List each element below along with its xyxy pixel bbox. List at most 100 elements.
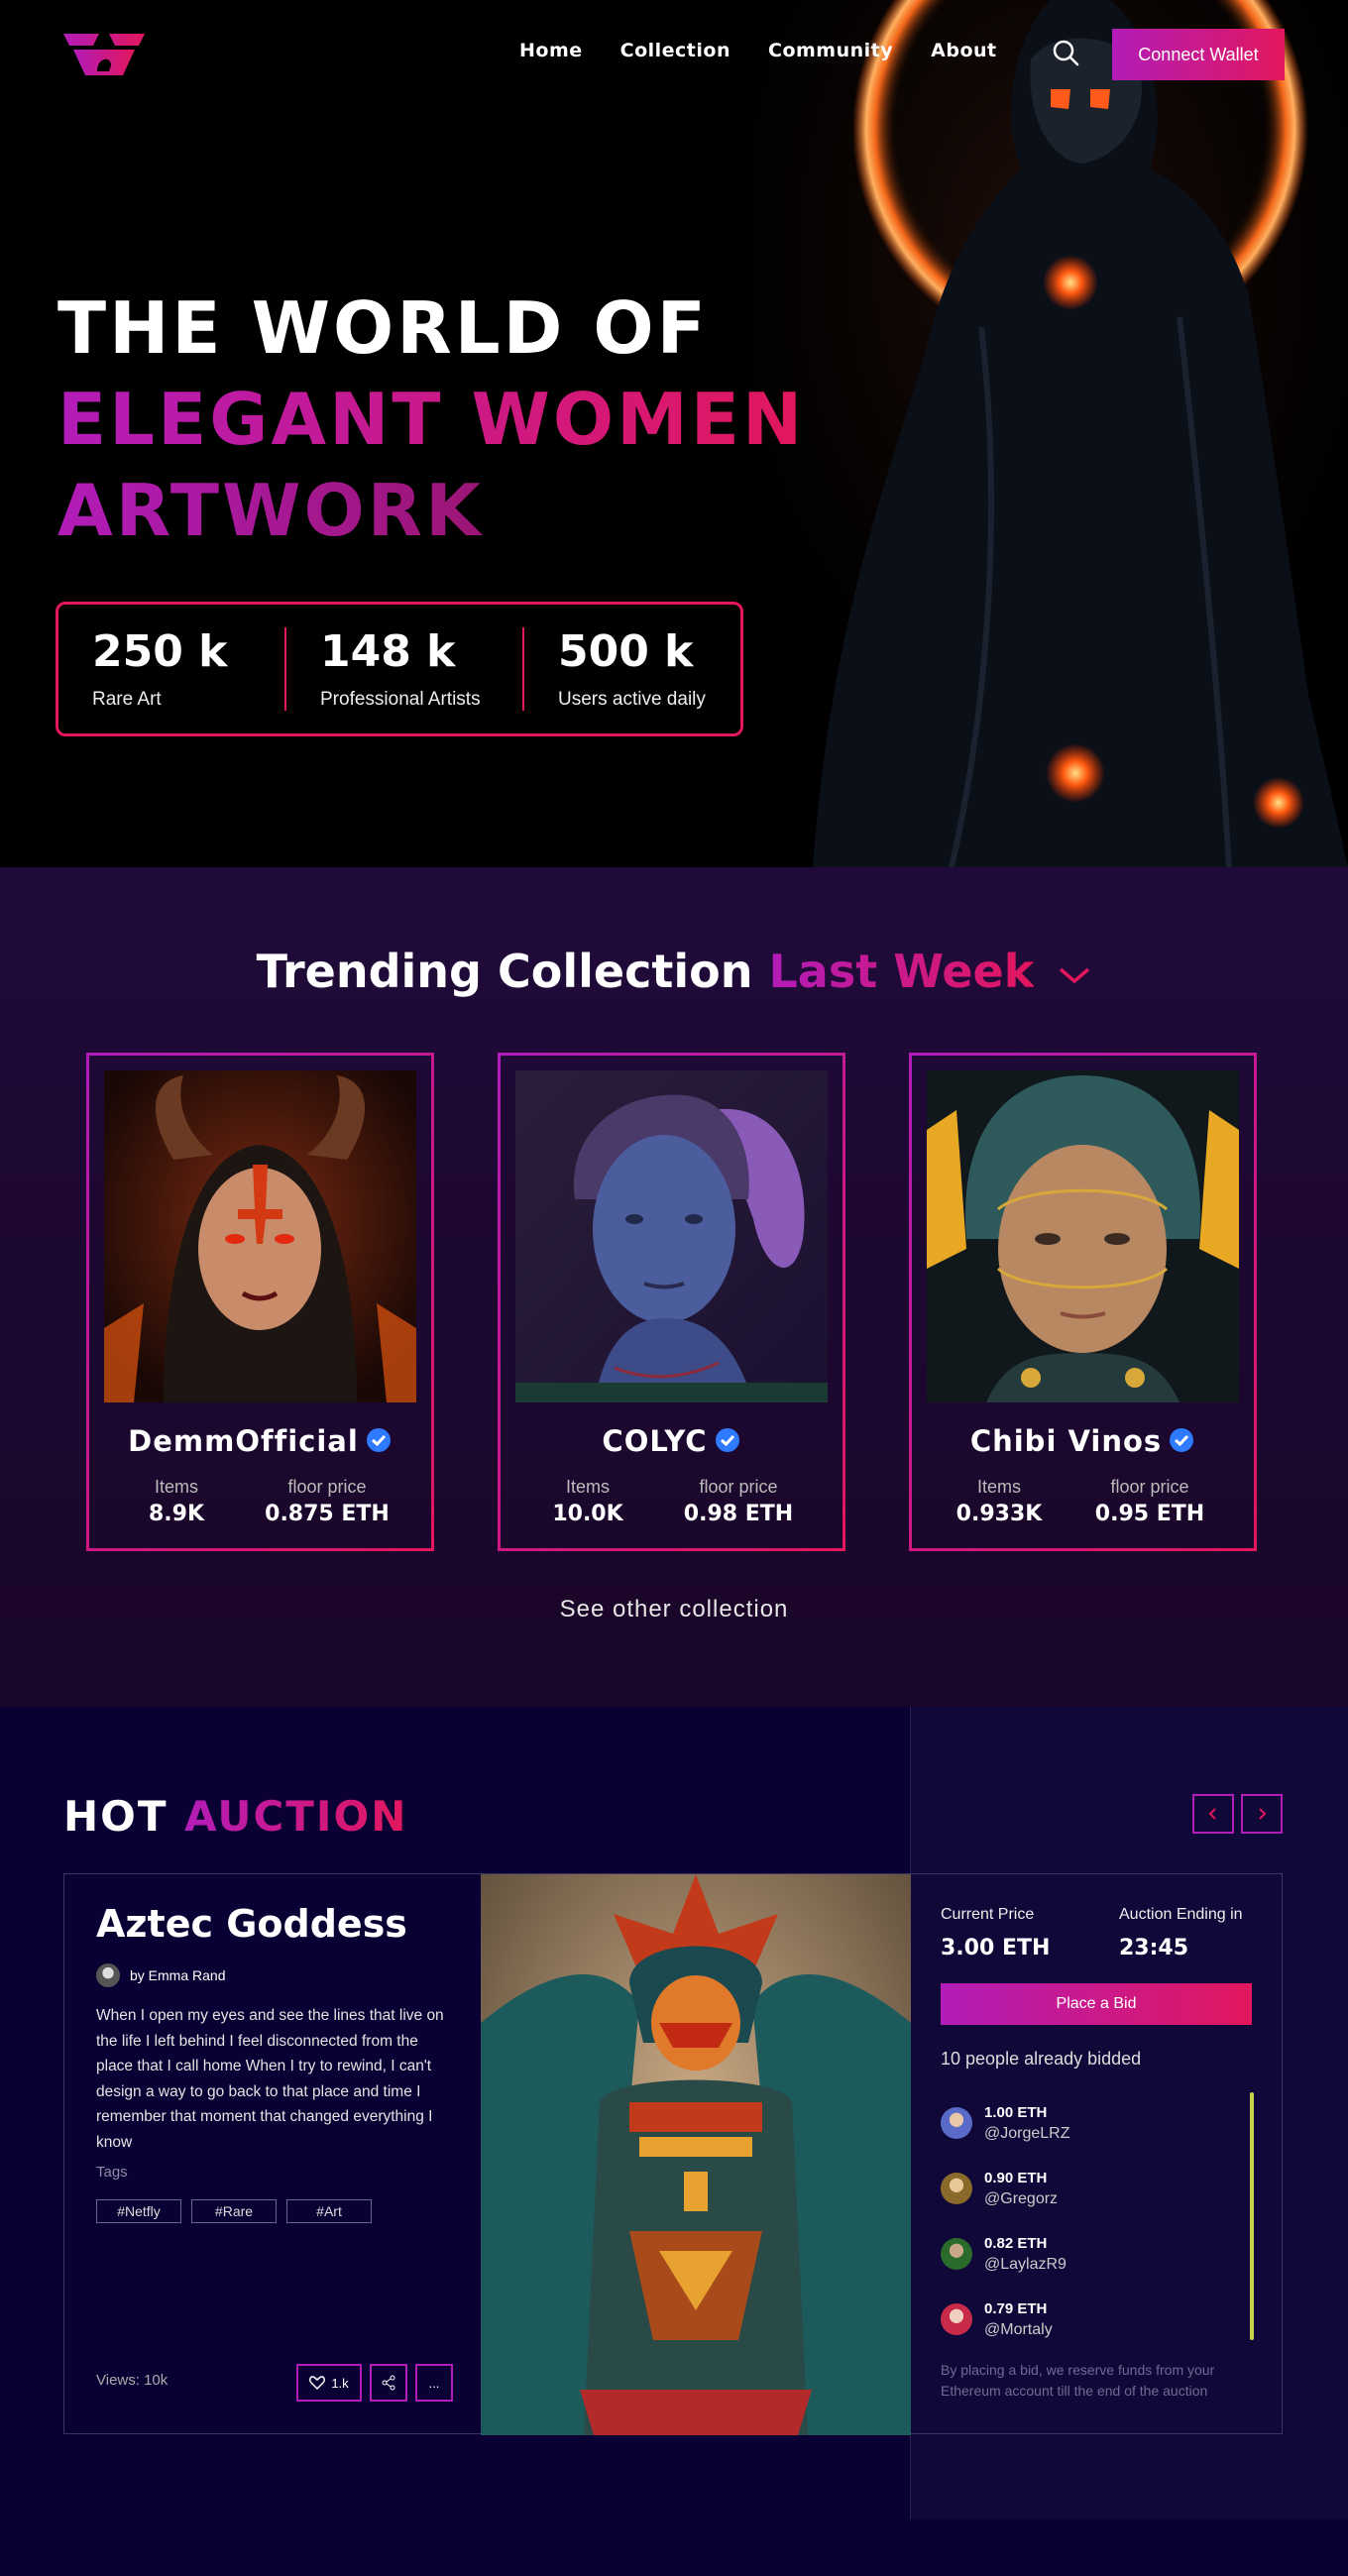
avatar xyxy=(941,2238,972,2270)
stat-label: Professional Artists xyxy=(320,689,481,710)
stat-label: Rare Art xyxy=(92,689,162,710)
floor-label: floor price xyxy=(699,1477,778,1497)
floor-value: 0.95 ETH xyxy=(1094,1502,1205,1526)
hot-auction-section: HOT AUCTION Aztec Goddess by Emma Rand W… xyxy=(0,1707,1348,2576)
items-value: 0.933K xyxy=(955,1502,1043,1526)
auction-title-accent: AUCTION xyxy=(184,1792,408,1841)
main-nav: Home Collection Community About xyxy=(519,40,997,61)
collection-card-colyc[interactable]: COLYC Items 10.0K floor price 0.98 ETH xyxy=(498,1053,845,1551)
collection-items: Items 10.0K xyxy=(538,1477,637,1526)
tags-label: Tags xyxy=(96,2164,128,2181)
tag-rare[interactable]: #Rare xyxy=(191,2199,277,2223)
floor-value: 0.875 ETH xyxy=(265,1502,390,1526)
hero-artwork-image xyxy=(753,0,1348,867)
auction-title-main: HOT xyxy=(63,1792,168,1841)
collection-items: Items 8.9K xyxy=(127,1477,226,1526)
bid-row: 0.79 ETH @Mortaly xyxy=(941,2287,1070,2352)
auction-details: Aztec Goddess by Emma Rand When I open m… xyxy=(64,1874,481,2435)
trending-section: Trending Collection Last Week DemmOffici… xyxy=(0,867,1348,1707)
bid-disclaimer: By placing a bid, we reserve funds from … xyxy=(941,2362,1215,2399)
bid-amount: 0.79 ETH xyxy=(984,2299,1048,2317)
tag-netfly[interactable]: #Netfly xyxy=(96,2199,181,2223)
artwork-actions: 1.k ... xyxy=(296,2364,453,2402)
verified-badge-icon xyxy=(715,1428,739,1452)
bid-user[interactable]: @Mortaly xyxy=(984,2321,1053,2339)
bid-panel: Current Price 3.00 ETH Auction Ending in… xyxy=(911,1874,1282,2435)
collection-items: Items 0.933K xyxy=(950,1477,1049,1526)
stat-rare-art: 250 k Rare Art xyxy=(58,627,284,711)
tag-list: #Netfly #Rare #Art xyxy=(96,2199,372,2223)
nav-link-about[interactable]: About xyxy=(931,40,996,61)
hero-title-line-1: THE WORLD OF xyxy=(57,286,709,370)
more-options-button[interactable]: ... xyxy=(415,2364,453,2402)
avatar xyxy=(96,1963,120,1987)
current-price-label: Current Price xyxy=(941,1906,1035,1923)
collection-name-text: Chibi Vinos xyxy=(969,1424,1163,1458)
avatar xyxy=(941,2303,972,2335)
nav-link-collection[interactable]: Collection xyxy=(620,40,730,61)
bid-row: 1.00 ETH @JorgeLRZ xyxy=(941,2090,1070,2156)
collection-name: Chibi Vinos xyxy=(912,1424,1254,1458)
verified-badge-icon xyxy=(366,1428,391,1452)
floor-label: floor price xyxy=(1110,1477,1189,1497)
collection-card-chibi-vinos[interactable]: Chibi Vinos Items 0.933K floor price 0.9… xyxy=(909,1053,1257,1551)
bid-row: 0.90 ETH @Gregorz xyxy=(941,2156,1070,2221)
stat-value: 250 k xyxy=(92,626,228,677)
chevron-right-icon xyxy=(1259,1808,1267,1820)
nav-link-community[interactable]: Community xyxy=(768,40,893,61)
bid-list-scrollbar[interactable] xyxy=(1250,2092,1254,2340)
brand-logo-icon[interactable] xyxy=(63,32,145,77)
chevron-down-icon[interactable] xyxy=(1058,965,1091,985)
bid-user[interactable]: @Gregorz xyxy=(984,2190,1058,2208)
collection-card-demmofficial[interactable]: DemmOfficial Items 8.9K floor price 0.87… xyxy=(86,1053,434,1551)
hot-auction-title: HOT AUCTION xyxy=(63,1792,407,1841)
floor-label: floor price xyxy=(287,1477,367,1497)
heart-icon xyxy=(309,2376,326,2390)
trending-title: Trending Collection Last Week xyxy=(0,945,1348,998)
place-bid-button[interactable]: Place a Bid xyxy=(941,1983,1252,2025)
stat-users-active: 500 k Users active daily xyxy=(522,627,740,711)
hero-title-line-2: ELEGANT WOMEN xyxy=(57,374,805,465)
bid-user[interactable]: @JorgeLRZ xyxy=(984,2125,1070,2143)
collection-floor-price: floor price 0.95 ETH xyxy=(1075,1477,1224,1526)
next-arrow-button[interactable] xyxy=(1241,1794,1283,1834)
collection-image[interactable] xyxy=(515,1070,828,1402)
artwork-author[interactable]: by Emma Rand xyxy=(96,1963,225,1987)
stat-value: 148 k xyxy=(320,626,456,677)
artwork-title: Aztec Goddess xyxy=(96,1902,407,1946)
nav-link-home[interactable]: Home xyxy=(519,40,583,61)
items-label: Items xyxy=(976,1477,1021,1497)
verified-badge-icon xyxy=(1170,1428,1194,1452)
trending-period-dropdown[interactable]: Last Week xyxy=(768,945,1034,998)
like-button[interactable]: 1.k xyxy=(296,2364,362,2402)
see-other-collection-link[interactable]: See other collection xyxy=(0,1596,1348,1624)
tag-art[interactable]: #Art xyxy=(286,2199,372,2223)
more-icon: ... xyxy=(428,2375,440,2391)
artwork-description: When I open my eyes and see the lines th… xyxy=(96,2007,444,2151)
avatar xyxy=(941,2107,972,2139)
collection-image[interactable] xyxy=(104,1070,416,1402)
connect-wallet-button[interactable]: Connect Wallet xyxy=(1112,29,1285,80)
views-count: Views: 10k xyxy=(96,2372,168,2389)
chevron-left-icon xyxy=(1208,1808,1216,1820)
bid-amount: 0.82 ETH xyxy=(984,2234,1048,2252)
items-label: Items xyxy=(565,1477,610,1497)
share-button[interactable] xyxy=(370,2364,407,2402)
bid-row: 0.82 ETH @LaylazR9 xyxy=(941,2221,1070,2287)
stat-professional-artists: 148 k Professional Artists xyxy=(284,627,522,711)
collection-name-text: DemmOfficial xyxy=(128,1424,359,1458)
collection-image[interactable] xyxy=(927,1070,1239,1402)
items-value: 8.9K xyxy=(148,1502,205,1526)
prev-arrow-button[interactable] xyxy=(1192,1794,1234,1834)
collection-floor-price: floor price 0.98 ETH xyxy=(664,1477,813,1526)
current-price-value: 3.00 ETH xyxy=(941,1936,1051,1960)
search-icon[interactable] xyxy=(1051,38,1080,67)
artwork-image[interactable] xyxy=(481,1874,911,2435)
bidders-count: 10 people already bidded xyxy=(941,2049,1142,2069)
stat-value: 500 k xyxy=(558,626,694,677)
collection-name: COLYC xyxy=(501,1424,842,1458)
hero-section: Home Collection Community About Connect … xyxy=(0,0,1348,867)
items-value: 10.0K xyxy=(552,1502,623,1526)
hero-title-line-3: ARTWORK xyxy=(57,465,805,556)
bid-user[interactable]: @LaylazR9 xyxy=(984,2256,1067,2274)
